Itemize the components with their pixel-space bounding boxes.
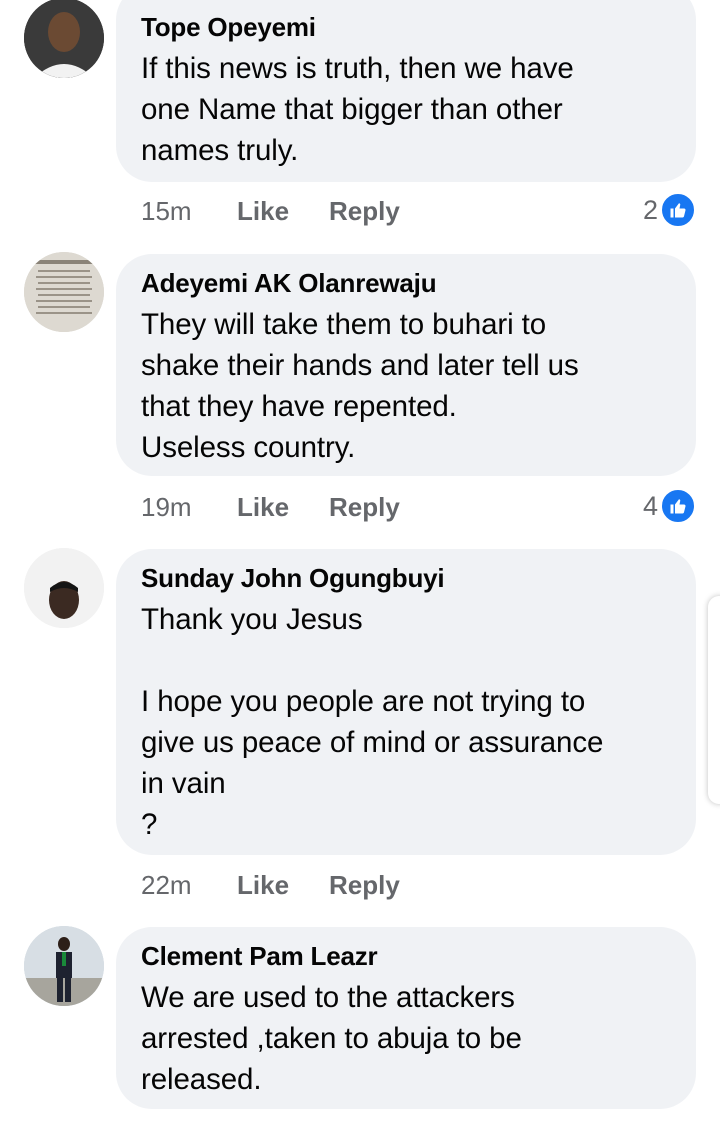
avatar[interactable] [24, 252, 104, 332]
comment-bubble: Tope Opeyemi If this news is truth, then… [116, 0, 696, 182]
comment-text: We are used to the attackers arrested ,t… [141, 981, 522, 1096]
scroll-handle[interactable] [708, 596, 720, 804]
comment-text: If this news is truth, then we have one … [141, 52, 574, 167]
comment-author[interactable]: Clement Pam Leazr [141, 941, 672, 971]
reply-button[interactable]: Reply [329, 196, 400, 226]
comment-bubble: Sunday John Ogungbuyi Thank you Jesus I … [116, 549, 696, 855]
reaction-count: 2 [642, 194, 658, 225]
comment-actions: 22m Like Reply [141, 870, 400, 900]
avatar[interactable] [24, 926, 104, 1006]
comment-bubble: Clement Pam Leazr We are used to the att… [116, 927, 696, 1109]
comment-text: They will take them to buhari to shake t… [141, 308, 579, 464]
comment-text: Thank you Jesus I hope you people are no… [141, 603, 604, 841]
reaction-summary[interactable]: 4 [643, 488, 696, 524]
avatar[interactable] [24, 0, 104, 78]
thumbs-up-icon [660, 192, 696, 228]
comment-timestamp[interactable]: 22m [141, 870, 237, 900]
reply-button[interactable]: Reply [329, 492, 400, 522]
avatar[interactable] [24, 548, 104, 628]
like-button[interactable]: Like [237, 870, 329, 900]
comment-actions: 19m Like Reply [141, 492, 400, 522]
reaction-count: 4 [642, 490, 658, 521]
reaction-summary[interactable]: 2 [643, 192, 696, 228]
like-button[interactable]: Like [237, 196, 329, 226]
comment-timestamp[interactable]: 15m [141, 196, 237, 226]
reply-button[interactable]: Reply [329, 870, 400, 900]
comment-actions: 15m Like Reply [141, 196, 400, 226]
comment-author[interactable]: Sunday John Ogungbuyi [141, 563, 672, 593]
like-button[interactable]: Like [237, 492, 329, 522]
comment-author[interactable]: Tope Opeyemi [141, 12, 672, 42]
comment-bubble: Adeyemi AK Olanrewaju They will take the… [116, 254, 696, 476]
comment-author[interactable]: Adeyemi AK Olanrewaju [141, 268, 672, 298]
thumbs-up-icon [660, 488, 696, 524]
comment-timestamp[interactable]: 19m [141, 492, 237, 522]
